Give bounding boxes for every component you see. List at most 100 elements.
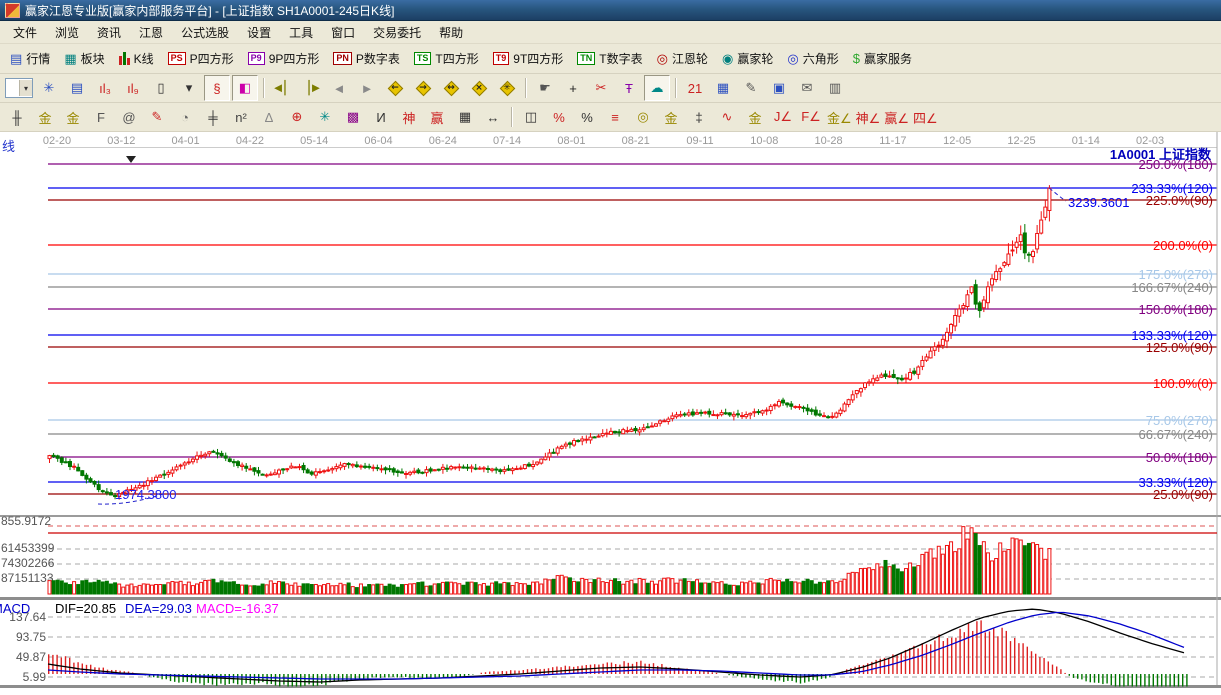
- j-angle-icon[interactable]: J∠: [770, 104, 796, 130]
- diamond-right-icon[interactable]: →: [410, 75, 436, 101]
- prev-page-icon[interactable]: ◄: [326, 75, 352, 101]
- feature-gann-wheel-button[interactable]: ◎江恩轮: [650, 48, 715, 69]
- volume-bar: [1044, 559, 1047, 594]
- feature-9p-square-button[interactable]: P99P四方形: [241, 48, 327, 69]
- menu-item-1[interactable]: 文件: [4, 21, 46, 44]
- calculator-icon[interactable]: ▦: [710, 75, 736, 101]
- gauge-icon[interactable]: ◔: [172, 104, 198, 130]
- compass-icon[interactable]: ⊕: [284, 104, 310, 130]
- diamond-cross-icon[interactable]: ×: [466, 75, 492, 101]
- menu-item-4[interactable]: 江恩: [130, 21, 172, 44]
- percent-icon[interactable]: %: [574, 104, 600, 130]
- hand-icon[interactable]: ☛: [532, 75, 558, 101]
- notes-icon[interactable]: ✎: [738, 75, 764, 101]
- chart-area[interactable]: 02-2003-1204-0104-2205-1406-0406-2407-14…: [0, 132, 1221, 690]
- frame-icon[interactable]: ◫: [518, 104, 544, 130]
- feature-9t-square-button[interactable]: T99T四方形: [486, 48, 571, 69]
- menu-item-8[interactable]: 窗口: [322, 21, 364, 44]
- save-icon[interactable]: ▣: [766, 75, 792, 101]
- macd-bar: [619, 665, 620, 674]
- spiral-icon[interactable]: @: [116, 104, 142, 130]
- last-page-icon[interactable]: ▕►: [298, 75, 324, 101]
- split-icon[interactable]: ‡: [686, 104, 712, 130]
- feature-p-table-button[interactable]: PNP数字表: [326, 48, 407, 69]
- candle-body: [786, 403, 789, 405]
- fib-icon[interactable]: F: [88, 104, 114, 130]
- menu-item-2[interactable]: 浏览: [46, 21, 88, 44]
- volume-bar: [995, 559, 998, 594]
- star-icon[interactable]: ✳: [312, 104, 338, 130]
- macd-bar: [300, 674, 301, 687]
- bars-9-icon[interactable]: ıl₉: [120, 75, 146, 101]
- feature-winner-wheel-button[interactable]: ◉赢家轮: [715, 48, 780, 69]
- ying-angle-icon[interactable]: 赢∠: [883, 104, 910, 130]
- feature-p-square-button[interactable]: PSP四方形: [161, 48, 241, 69]
- menu-item-10[interactable]: 帮助: [430, 21, 472, 44]
- first-page-icon[interactable]: ◄▏: [270, 75, 296, 101]
- diamond-star-icon[interactable]: ✳: [494, 75, 520, 101]
- ruler-123-icon[interactable]: ▦: [452, 104, 478, 130]
- menu-item-7[interactable]: 工具: [280, 21, 322, 44]
- percent-red-icon[interactable]: %: [546, 104, 572, 130]
- wave-icon[interactable]: ∿: [714, 104, 740, 130]
- web-chart-icon[interactable]: ✳: [36, 75, 62, 101]
- macd-bar: [317, 674, 318, 686]
- feature-hexagon-button[interactable]: ◎六角形: [780, 48, 845, 69]
- list-icon[interactable]: ▤: [64, 75, 90, 101]
- menu-item-6[interactable]: 设置: [238, 21, 280, 44]
- tag-icon[interactable]: Ŧ: [616, 75, 642, 101]
- combo-arrow-icon[interactable]: ▾: [19, 80, 32, 96]
- candle-body: [150, 481, 153, 482]
- f-angle-icon[interactable]: F∠: [798, 104, 824, 130]
- gold-angle-icon[interactable]: 金: [742, 104, 768, 130]
- gold-lines2-icon[interactable]: 金: [60, 104, 86, 130]
- candle-body: [396, 471, 399, 472]
- shen-angle-icon[interactable]: 神∠: [855, 104, 882, 130]
- period-combo[interactable]: ▾: [5, 78, 33, 98]
- si-angle-icon[interactable]: 四∠: [912, 104, 939, 130]
- calendar-icon[interactable]: 21: [682, 75, 708, 101]
- airbrush-icon[interactable]: ✎: [144, 104, 170, 130]
- crosshair-icon[interactable]: +: [560, 75, 586, 101]
- diamond-left-icon[interactable]: ←: [382, 75, 408, 101]
- gold-circle-icon[interactable]: ◎: [630, 104, 656, 130]
- width-icon[interactable]: ↔: [480, 104, 506, 130]
- feature-kline-button[interactable]: K线: [112, 48, 161, 69]
- menu-item-3[interactable]: 资讯: [88, 21, 130, 44]
- menu-item-5[interactable]: 公式选股: [172, 21, 238, 44]
- cut-icon[interactable]: ✂: [588, 75, 614, 101]
- ying-icon[interactable]: 赢: [424, 104, 450, 130]
- bars-3-icon[interactable]: ıl₃: [92, 75, 118, 101]
- n-square-icon[interactable]: n²: [228, 104, 254, 130]
- jin-angle-icon[interactable]: 金∠: [826, 104, 853, 130]
- macd-bar: [1144, 674, 1145, 687]
- candle-type-arrow-icon[interactable]: ▾: [176, 75, 202, 101]
- volume-bar: [876, 564, 879, 594]
- cloud-icon[interactable]: ☁: [644, 75, 670, 101]
- workstation-icon[interactable]: ▥: [822, 75, 848, 101]
- feature-t-square-button[interactable]: TST四方形: [407, 48, 486, 69]
- feature-quotes-button[interactable]: ▤行情: [3, 48, 57, 69]
- grid-box-icon[interactable]: ▩: [340, 104, 366, 130]
- price-grid-icon[interactable]: ╫: [4, 104, 30, 130]
- shen-icon[interactable]: 神: [396, 104, 422, 130]
- feature-t-table-button[interactable]: TNT数字表: [570, 48, 649, 69]
- gold-level-icon[interactable]: 金: [658, 104, 684, 130]
- levels-icon[interactable]: ≡: [602, 104, 628, 130]
- kline-chart[interactable]: 02-2003-1204-0104-2205-1406-0406-2407-14…: [0, 132, 1221, 690]
- candle-type-icon[interactable]: ▯: [148, 75, 174, 101]
- feature-winner-service-button[interactable]: $赢家服务: [846, 48, 919, 69]
- next-page-icon[interactable]: ►: [354, 75, 380, 101]
- gold-lines-icon[interactable]: 金: [32, 104, 58, 130]
- n-wave-icon[interactable]: И: [368, 104, 394, 130]
- menu-item-9[interactable]: 交易委托: [364, 21, 430, 44]
- angle-mirror-icon[interactable]: ∆: [256, 104, 282, 130]
- diamond-both-icon[interactable]: ↔: [438, 75, 464, 101]
- title-bar[interactable]: 赢家江恩专业版[赢家内部服务平台] - [上证指数 SH1A0001-245日K…: [0, 0, 1221, 21]
- mail-icon[interactable]: ✉: [794, 75, 820, 101]
- price-lines-icon[interactable]: ╪: [200, 104, 226, 130]
- chart-style-icon[interactable]: ◧: [232, 75, 258, 101]
- gann-tool-icon[interactable]: §: [204, 75, 230, 101]
- candle-body: [224, 456, 227, 458]
- feature-sectors-button[interactable]: ▦板块: [57, 48, 111, 69]
